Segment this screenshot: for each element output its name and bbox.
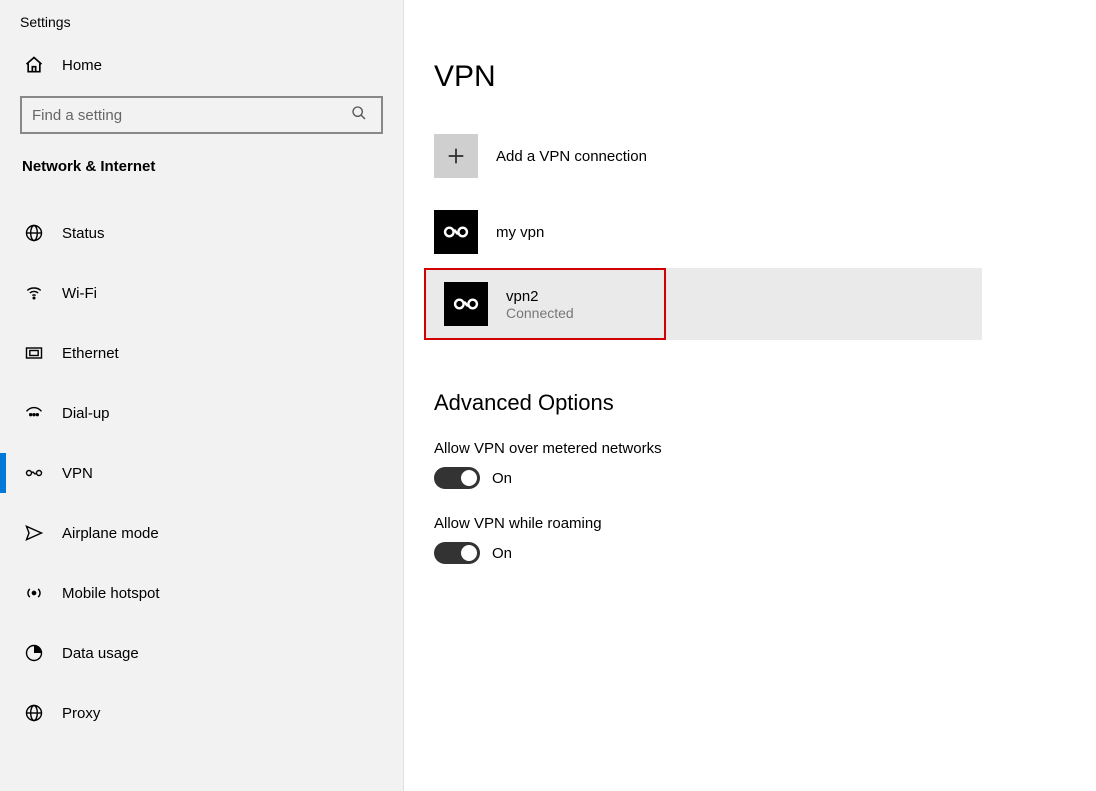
vpn-connection-icon (444, 282, 488, 326)
option-label: Allow VPN while roaming (434, 515, 1096, 532)
vpn-connection-item[interactable]: my vpn (434, 206, 1096, 258)
main-content: VPN Add a VPN connection (404, 0, 1096, 791)
nav-item-proxy[interactable]: Proxy (0, 683, 403, 743)
nav-label: VPN (62, 465, 93, 482)
nav-item-dialup[interactable]: Dial-up (0, 383, 403, 443)
home-label: Home (62, 57, 102, 74)
globe-icon (22, 221, 46, 245)
page-title: VPN (434, 60, 1096, 94)
search-field[interactable] (32, 107, 351, 124)
data-usage-icon (22, 641, 46, 665)
option-label: Allow VPN over metered networks (434, 440, 1096, 457)
advanced-options-title: Advanced Options (434, 390, 1096, 416)
add-vpn-label: Add a VPN connection (496, 148, 647, 165)
add-vpn-button[interactable]: Add a VPN connection (434, 134, 1096, 178)
dialup-icon (22, 401, 46, 425)
vpn-icon (22, 461, 46, 485)
option-metered: Allow VPN over metered networks On (434, 440, 1096, 489)
hotspot-icon (22, 581, 46, 605)
toggle-state: On (492, 470, 512, 487)
vpn-name: vpn2 (506, 288, 574, 305)
nav-label: Data usage (62, 645, 139, 662)
toggle-state: On (492, 545, 512, 562)
nav-label: Status (62, 225, 105, 242)
option-roaming: Allow VPN while roaming On (434, 515, 1096, 564)
nav-label: Mobile hotspot (62, 585, 160, 602)
vpn-name: my vpn (496, 224, 544, 241)
toggle-metered[interactable] (434, 467, 480, 489)
home-button[interactable]: Home (0, 42, 403, 88)
ethernet-icon (22, 341, 46, 365)
nav-label: Dial-up (62, 405, 110, 422)
nav-label: Ethernet (62, 345, 119, 362)
nav-item-vpn[interactable]: VPN (0, 443, 403, 503)
toggle-roaming[interactable] (434, 542, 480, 564)
vpn-connection-item[interactable]: vpn2 Connected (444, 278, 972, 330)
nav-item-datausage[interactable]: Data usage (0, 623, 403, 683)
plus-icon (434, 134, 478, 178)
window-title: Settings (0, 0, 403, 42)
nav-list: Status Wi-Fi (0, 203, 403, 743)
vpn-connection-selected[interactable]: vpn2 Connected (424, 268, 982, 340)
vpn-connection-icon (434, 210, 478, 254)
sidebar: Settings Home (0, 0, 404, 791)
home-icon (22, 53, 46, 77)
vpn-status: Connected (506, 305, 574, 321)
search-input[interactable] (20, 96, 383, 134)
nav-item-ethernet[interactable]: Ethernet (0, 323, 403, 383)
section-header: Network & Internet (0, 152, 403, 181)
nav-label: Proxy (62, 705, 100, 722)
wifi-icon (22, 281, 46, 305)
airplane-icon (22, 521, 46, 545)
nav-label: Wi-Fi (62, 285, 97, 302)
nav-label: Airplane mode (62, 525, 159, 542)
nav-item-status[interactable]: Status (0, 203, 403, 263)
proxy-icon (22, 701, 46, 725)
nav-item-airplane[interactable]: Airplane mode (0, 503, 403, 563)
search-icon (351, 105, 371, 125)
nav-item-hotspot[interactable]: Mobile hotspot (0, 563, 403, 623)
nav-item-wifi[interactable]: Wi-Fi (0, 263, 403, 323)
